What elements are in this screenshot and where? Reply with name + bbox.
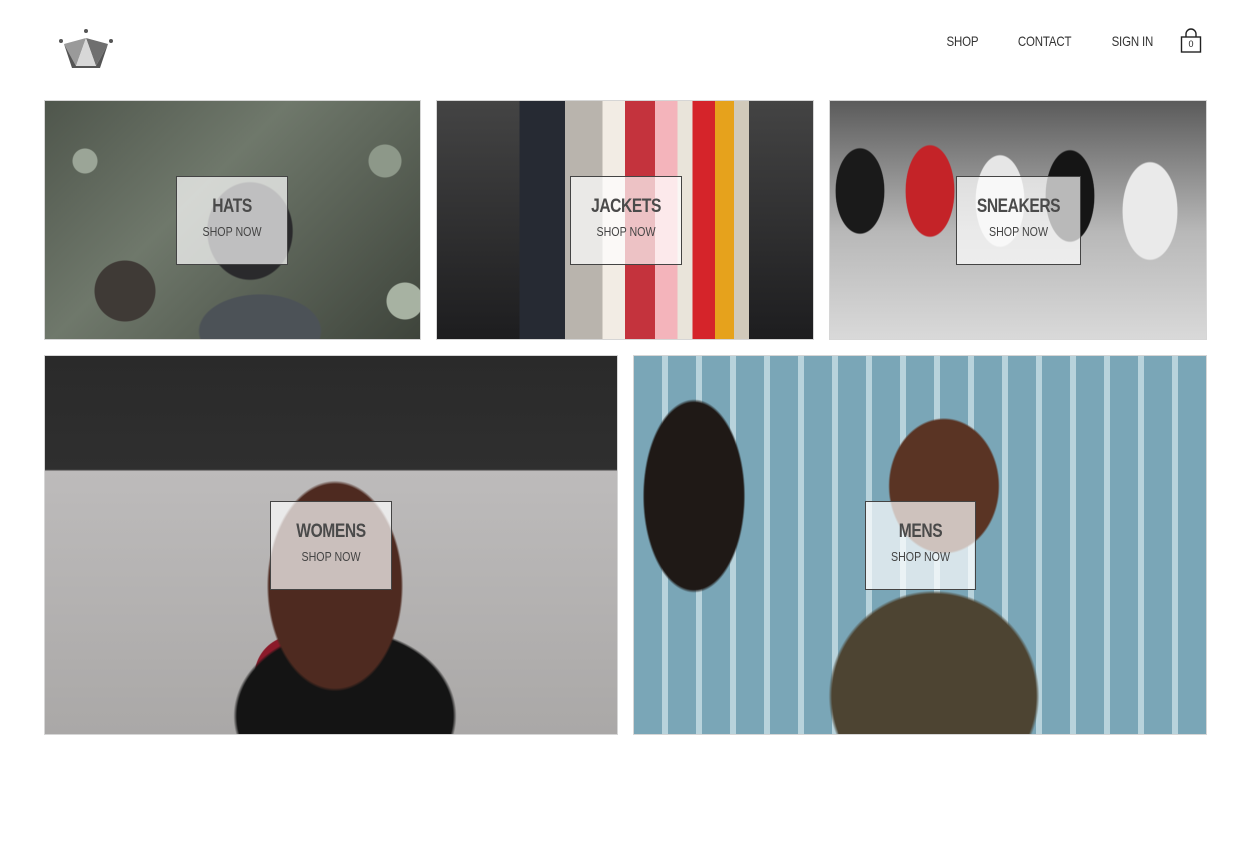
category-title: WOMENS bbox=[296, 521, 366, 542]
shop-now-label: SHOP NOW bbox=[301, 549, 361, 564]
category-tile-hats[interactable]: HATS SHOP NOW bbox=[44, 100, 421, 340]
category-title: SNEAKERS bbox=[976, 196, 1061, 217]
cart-count: 0 bbox=[1188, 39, 1194, 49]
womens-cta-box[interactable]: WOMENS SHOP NOW bbox=[270, 501, 392, 590]
jackets-cta-box[interactable]: JACKETS SHOP NOW bbox=[570, 176, 682, 265]
cart-button[interactable]: 0 bbox=[1180, 28, 1202, 54]
sneakers-cta-box[interactable]: SNEAKERS SHOP NOW bbox=[956, 176, 1081, 265]
category-tile-sneakers[interactable]: SNEAKERS SHOP NOW bbox=[829, 100, 1207, 340]
category-tile-mens[interactable]: MENS SHOP NOW bbox=[633, 355, 1207, 735]
category-title: MENS bbox=[898, 521, 943, 542]
shop-now-label: SHOP NOW bbox=[988, 224, 1049, 239]
hats-cta-box[interactable]: HATS SHOP NOW bbox=[176, 176, 288, 265]
shop-now-label: SHOP NOW bbox=[890, 549, 951, 564]
main-nav: SHOP CONTACT SIGN IN 0 bbox=[913, 26, 1202, 56]
shop-now-label: SHOP NOW bbox=[202, 224, 262, 239]
shop-now-label: SHOP NOW bbox=[596, 224, 656, 239]
site-header: SHOP CONTACT SIGN IN 0 bbox=[0, 0, 1250, 90]
mens-cta-box[interactable]: MENS SHOP NOW bbox=[865, 501, 976, 590]
nav-sign-in-link[interactable]: SIGN IN bbox=[1112, 33, 1154, 49]
category-tile-womens[interactable]: WOMENS SHOP NOW bbox=[44, 355, 618, 735]
crown-icon bbox=[59, 29, 113, 68]
nav-contact-link[interactable]: CONTACT bbox=[1018, 33, 1072, 49]
crown-logo[interactable] bbox=[58, 28, 114, 72]
category-tile-jackets[interactable]: JACKETS SHOP NOW bbox=[436, 100, 814, 340]
nav-shop-link[interactable]: SHOP bbox=[947, 33, 979, 49]
category-title: JACKETS bbox=[591, 196, 661, 217]
category-title: HATS bbox=[212, 196, 252, 217]
